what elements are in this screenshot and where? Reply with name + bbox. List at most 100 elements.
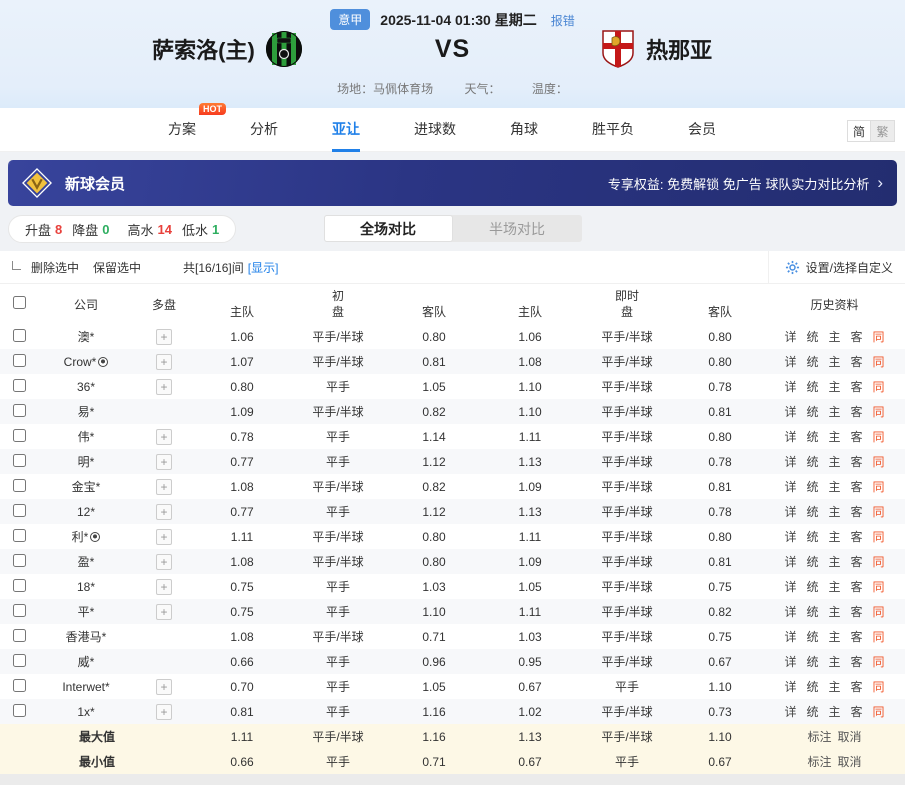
show-link[interactable]: [显示] — [248, 259, 279, 276]
trend-link[interactable]: 统 — [806, 530, 818, 544]
vip-membership-banner[interactable]: 新球会员 专享权益: 免费解锁 免广告 球队实力对比分析 › — [8, 160, 897, 206]
away-history-link[interactable]: 客 — [851, 630, 863, 644]
trend-link[interactable]: 统 — [806, 405, 818, 419]
home-history-link[interactable]: 主 — [828, 630, 840, 644]
same-link[interactable]: 同 — [873, 655, 885, 669]
lang-simplified-button[interactable]: 简 — [847, 120, 871, 142]
home-history-link[interactable]: 主 — [828, 705, 840, 719]
home-history-link[interactable]: 主 — [828, 505, 840, 519]
expand-multi-button[interactable]: + — [156, 454, 172, 470]
away-history-link[interactable]: 客 — [851, 405, 863, 419]
detail-link[interactable]: 详 — [784, 480, 796, 494]
trend-link[interactable]: 统 — [806, 355, 818, 369]
trend-link[interactable]: 统 — [806, 430, 818, 444]
trend-link[interactable]: 统 — [806, 705, 818, 719]
home-history-link[interactable]: 主 — [828, 555, 840, 569]
trend-link[interactable]: 统 — [806, 330, 818, 344]
detail-link[interactable]: 详 — [784, 380, 796, 394]
expand-multi-button[interactable]: + — [156, 679, 172, 695]
trend-link[interactable]: 统 — [806, 580, 818, 594]
home-history-link[interactable]: 主 — [828, 605, 840, 619]
away-history-link[interactable]: 客 — [851, 580, 863, 594]
row-checkbox[interactable] — [13, 454, 26, 467]
tab-会员[interactable]: 会员 — [688, 107, 716, 152]
same-link[interactable]: 同 — [873, 430, 885, 444]
same-link[interactable]: 同 — [873, 405, 885, 419]
detail-link[interactable]: 详 — [784, 330, 796, 344]
tab-胜平负[interactable]: 胜平负 — [592, 107, 634, 152]
tab-亚让[interactable]: 亚让 — [332, 107, 360, 152]
row-checkbox[interactable] — [13, 554, 26, 567]
expand-multi-button[interactable]: + — [156, 604, 172, 620]
row-checkbox[interactable] — [13, 704, 26, 717]
away-history-link[interactable]: 客 — [851, 330, 863, 344]
away-history-link[interactable]: 客 — [851, 430, 863, 444]
expand-multi-button[interactable]: + — [156, 354, 172, 370]
same-link[interactable]: 同 — [873, 705, 885, 719]
home-history-link[interactable]: 主 — [828, 455, 840, 469]
same-link[interactable]: 同 — [873, 605, 885, 619]
same-link[interactable]: 同 — [873, 355, 885, 369]
trend-link[interactable]: 统 — [806, 605, 818, 619]
expand-multi-button[interactable]: + — [156, 554, 172, 570]
same-link[interactable]: 同 — [873, 330, 885, 344]
same-link[interactable]: 同 — [873, 505, 885, 519]
away-history-link[interactable]: 客 — [851, 380, 863, 394]
row-checkbox[interactable] — [13, 379, 26, 392]
row-checkbox[interactable] — [13, 429, 26, 442]
keep-selected-button[interactable]: 保留选中 — [93, 259, 141, 276]
trend-link[interactable]: 统 — [806, 655, 818, 669]
home-history-link[interactable]: 主 — [828, 330, 840, 344]
away-history-link[interactable]: 客 — [851, 655, 863, 669]
trend-link[interactable]: 统 — [806, 505, 818, 519]
tab-角球[interactable]: 角球 — [510, 107, 538, 152]
detail-link[interactable]: 详 — [784, 530, 796, 544]
same-link[interactable]: 同 — [873, 680, 885, 694]
trend-link[interactable]: 统 — [806, 555, 818, 569]
cancel-link[interactable]: 取消 — [838, 730, 862, 744]
delete-selected-button[interactable]: 删除选中 — [31, 259, 79, 276]
expand-multi-button[interactable]: + — [156, 379, 172, 395]
row-checkbox[interactable] — [13, 404, 26, 417]
home-history-link[interactable]: 主 — [828, 655, 840, 669]
expand-multi-button[interactable]: + — [156, 479, 172, 495]
home-history-link[interactable]: 主 — [828, 380, 840, 394]
row-checkbox[interactable] — [13, 629, 26, 642]
row-checkbox[interactable] — [13, 354, 26, 367]
report-error-link[interactable]: 报错 — [551, 14, 575, 28]
tab-方案[interactable]: 方案HOT — [168, 107, 196, 152]
detail-link[interactable]: 详 — [784, 630, 796, 644]
detail-link[interactable]: 详 — [784, 655, 796, 669]
expand-multi-button[interactable]: + — [156, 504, 172, 520]
row-checkbox[interactable] — [13, 504, 26, 517]
home-history-link[interactable]: 主 — [828, 430, 840, 444]
mark-link[interactable]: 标注 — [807, 730, 831, 744]
home-history-link[interactable]: 主 — [828, 355, 840, 369]
detail-link[interactable]: 详 — [784, 605, 796, 619]
same-link[interactable]: 同 — [873, 380, 885, 394]
away-history-link[interactable]: 客 — [851, 480, 863, 494]
tab-分析[interactable]: 分析 — [250, 107, 278, 152]
same-link[interactable]: 同 — [873, 455, 885, 469]
same-link[interactable]: 同 — [873, 630, 885, 644]
same-link[interactable]: 同 — [873, 580, 885, 594]
away-history-link[interactable]: 客 — [851, 680, 863, 694]
detail-link[interactable]: 详 — [784, 455, 796, 469]
full-match-tab[interactable]: 全场对比 — [324, 215, 453, 242]
away-history-link[interactable]: 客 — [851, 705, 863, 719]
row-checkbox[interactable] — [13, 604, 26, 617]
tab-进球数[interactable]: 进球数 — [414, 107, 456, 152]
settings-button[interactable]: 设置/选择自定义 — [768, 251, 893, 283]
away-history-link[interactable]: 客 — [851, 455, 863, 469]
home-history-link[interactable]: 主 — [828, 580, 840, 594]
mark-link[interactable]: 标注 — [807, 755, 831, 769]
detail-link[interactable]: 详 — [784, 580, 796, 594]
half-match-tab[interactable]: 半场对比 — [453, 215, 582, 242]
home-history-link[interactable]: 主 — [828, 405, 840, 419]
away-history-link[interactable]: 客 — [851, 505, 863, 519]
away-history-link[interactable]: 客 — [851, 530, 863, 544]
expand-multi-button[interactable]: + — [156, 579, 172, 595]
same-link[interactable]: 同 — [873, 530, 885, 544]
expand-multi-button[interactable]: + — [156, 529, 172, 545]
select-all-checkbox[interactable] — [13, 296, 26, 309]
